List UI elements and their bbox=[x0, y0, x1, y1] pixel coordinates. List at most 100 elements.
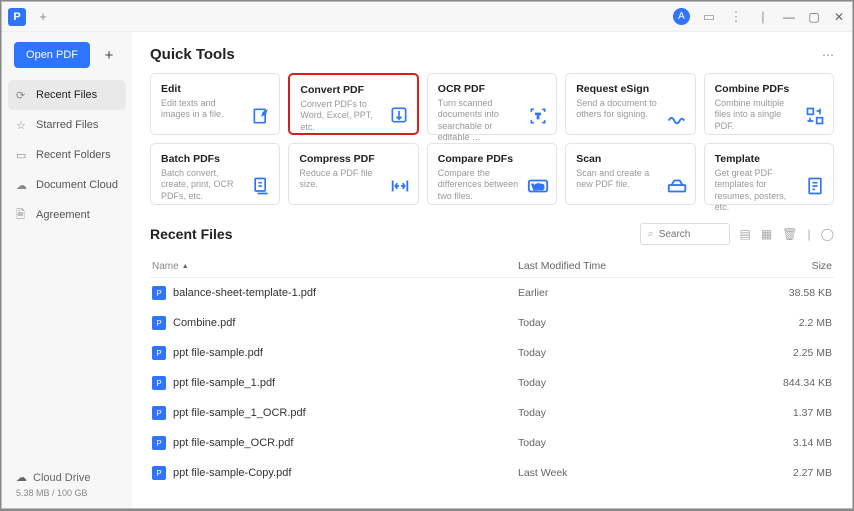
column-size-header[interactable]: Size bbox=[762, 260, 832, 272]
cloud-drive-label: Cloud Drive bbox=[33, 472, 90, 484]
cloud-drive-link[interactable]: ☁ Cloud Drive bbox=[16, 471, 118, 484]
delete-icon[interactable]: 🗑 bbox=[782, 227, 797, 241]
table-row[interactable]: PCombine.pdfToday2.2 MB bbox=[150, 308, 834, 338]
sidebar: Open PDF + ⟳ Recent Files ☆ Starred File… bbox=[2, 32, 132, 508]
titlebar: P + A ▭ ⋮ | — ▢ ✕ bbox=[2, 2, 852, 32]
sidebar-item-starred-files[interactable]: ☆ Starred Files bbox=[2, 110, 132, 140]
file-modified: Earlier bbox=[518, 287, 762, 299]
pdf-file-icon: P bbox=[152, 406, 166, 420]
file-name: ppt file-sample_OCR.pdf bbox=[173, 437, 293, 449]
card-combine-pdfs[interactable]: Combine PDFs Combine multiple files into… bbox=[704, 73, 834, 135]
card-title: OCR PDF bbox=[438, 83, 546, 95]
ocr-icon: T bbox=[527, 105, 549, 127]
divider: | bbox=[755, 9, 771, 24]
batch-icon bbox=[250, 175, 272, 197]
file-size: 844.34 KB bbox=[762, 377, 832, 389]
open-pdf-button[interactable]: Open PDF bbox=[14, 42, 90, 68]
cloud-icon: ☁ bbox=[16, 179, 29, 192]
minimize-button[interactable]: — bbox=[782, 10, 796, 24]
card-title: Scan bbox=[576, 153, 684, 165]
edit-icon bbox=[250, 105, 272, 127]
table-row[interactable]: Pbalance-sheet-template-1.pdf Earlier38.5… bbox=[150, 278, 834, 308]
table-row[interactable]: Pppt file-sample_1_OCR.pdfToday1.37 MB bbox=[150, 398, 834, 428]
user-avatar-icon[interactable]: A bbox=[673, 8, 690, 25]
file-size: 38.58 KB bbox=[762, 287, 832, 299]
table-row[interactable]: Pppt file-sample_1.pdf Today844.34 KB bbox=[150, 368, 834, 398]
file-modified: Today bbox=[518, 377, 762, 389]
feedback-icon[interactable]: ▭ bbox=[701, 9, 717, 25]
table-row[interactable]: Pppt file-sample.pdfToday2.25 MB bbox=[150, 338, 834, 368]
pdf-file-icon: P bbox=[152, 436, 166, 450]
card-title: Request eSign bbox=[576, 83, 684, 95]
card-compress-pdf[interactable]: Compress PDF Reduce a PDF file size. bbox=[288, 143, 418, 205]
sort-asc-icon: ▲ bbox=[182, 263, 189, 270]
card-convert-pdf[interactable]: Convert PDF Convert PDFs to Word, Excel,… bbox=[288, 73, 418, 135]
maximize-button[interactable]: ▢ bbox=[807, 10, 821, 24]
card-title: Batch PDFs bbox=[161, 153, 269, 165]
card-request-esign[interactable]: Request eSign Send a document to others … bbox=[565, 73, 695, 135]
divider: | bbox=[807, 227, 810, 241]
view-list-icon[interactable]: ▤ bbox=[740, 227, 751, 241]
card-edit[interactable]: Edit Edit texts and images in a file. bbox=[150, 73, 280, 135]
card-title: Compress PDF bbox=[299, 153, 407, 165]
card-template[interactable]: Template Get great PDF templates for res… bbox=[704, 143, 834, 205]
sidebar-item-document-cloud[interactable]: ☁ Document Cloud bbox=[2, 170, 132, 200]
add-button[interactable]: + bbox=[98, 44, 120, 66]
file-name: ppt file-sample.pdf bbox=[173, 347, 263, 359]
table-row[interactable]: Pppt file-sample-Copy.pdfLast Week2.27 M… bbox=[150, 458, 834, 488]
folder-icon: ▭ bbox=[16, 149, 29, 162]
compare-icon: V/S bbox=[527, 175, 549, 197]
sidebar-item-recent-files[interactable]: ⟳ Recent Files bbox=[8, 80, 126, 110]
compress-icon bbox=[389, 175, 411, 197]
close-button[interactable]: ✕ bbox=[832, 10, 846, 24]
svg-text:V/S: V/S bbox=[532, 183, 544, 192]
file-name: ppt file-sample-Copy.pdf bbox=[173, 467, 291, 479]
table-row[interactable]: Pppt file-sample_OCR.pdfToday3.14 MB bbox=[150, 428, 834, 458]
agreement-icon: 🗎 bbox=[16, 206, 29, 225]
column-modified-header[interactable]: Last Modified Time bbox=[518, 260, 762, 272]
combine-icon bbox=[804, 105, 826, 127]
search-box[interactable]: ⌕ bbox=[640, 223, 730, 245]
file-modified: Today bbox=[518, 407, 762, 419]
svg-text:T: T bbox=[536, 112, 541, 121]
storage-usage: 5.38 MB / 100 GB bbox=[16, 488, 118, 498]
search-input[interactable] bbox=[659, 229, 714, 240]
quick-tools-heading: Quick Tools bbox=[150, 46, 235, 63]
new-tab-button[interactable]: + bbox=[34, 8, 52, 26]
column-name-header[interactable]: Name ▲ bbox=[152, 260, 518, 272]
file-list: Pbalance-sheet-template-1.pdf Earlier38.5… bbox=[150, 278, 834, 488]
pdf-file-icon: P bbox=[152, 316, 166, 330]
settings-icon[interactable]: ◯ bbox=[821, 227, 834, 241]
view-grid-icon[interactable]: ▦ bbox=[761, 227, 772, 241]
sidebar-item-label: Recent Files bbox=[36, 89, 97, 101]
pdf-file-icon: P bbox=[152, 376, 166, 390]
pdf-file-icon: P bbox=[152, 286, 166, 300]
file-name: ppt file-sample_1_OCR.pdf bbox=[173, 407, 306, 419]
sidebar-item-recent-folders[interactable]: ▭ Recent Folders bbox=[2, 140, 132, 170]
recent-icon: ⟳ bbox=[16, 89, 29, 102]
pdf-file-icon: P bbox=[152, 346, 166, 360]
cloud-icon: ☁ bbox=[16, 471, 27, 484]
recent-files-heading: Recent Files bbox=[150, 226, 232, 242]
kebab-menu-icon[interactable]: ⋮ bbox=[728, 9, 744, 25]
app-logo-icon: P bbox=[8, 8, 26, 26]
file-name: ppt file-sample_1.pdf bbox=[173, 377, 275, 389]
card-batch-pdfs[interactable]: Batch PDFs Batch convert, create, print,… bbox=[150, 143, 280, 205]
file-size: 3.14 MB bbox=[762, 437, 832, 449]
card-title: Combine PDFs bbox=[715, 83, 823, 95]
sidebar-item-label: Recent Folders bbox=[36, 149, 111, 161]
sidebar-item-label: Starred Files bbox=[36, 119, 98, 131]
quick-tools-more-icon[interactable]: ⋯ bbox=[822, 48, 834, 62]
esign-icon bbox=[666, 105, 688, 127]
file-name: Combine.pdf bbox=[173, 317, 235, 329]
card-compare-pdfs[interactable]: Compare PDFs Compare the differences bet… bbox=[427, 143, 557, 205]
sidebar-item-label: Document Cloud bbox=[36, 179, 118, 191]
card-ocr-pdf[interactable]: OCR PDF Turn scanned documents into sear… bbox=[427, 73, 557, 135]
sidebar-item-agreement[interactable]: 🗎 Agreement bbox=[2, 200, 132, 230]
card-title: Template bbox=[715, 153, 823, 165]
quick-tools-grid: Edit Edit texts and images in a file. Co… bbox=[150, 73, 834, 205]
file-size: 2.2 MB bbox=[762, 317, 832, 329]
card-title: Convert PDF bbox=[300, 84, 406, 96]
card-scan[interactable]: Scan Scan and create a new PDF file. bbox=[565, 143, 695, 205]
file-name: balance-sheet-template-1.pdf bbox=[173, 287, 316, 299]
